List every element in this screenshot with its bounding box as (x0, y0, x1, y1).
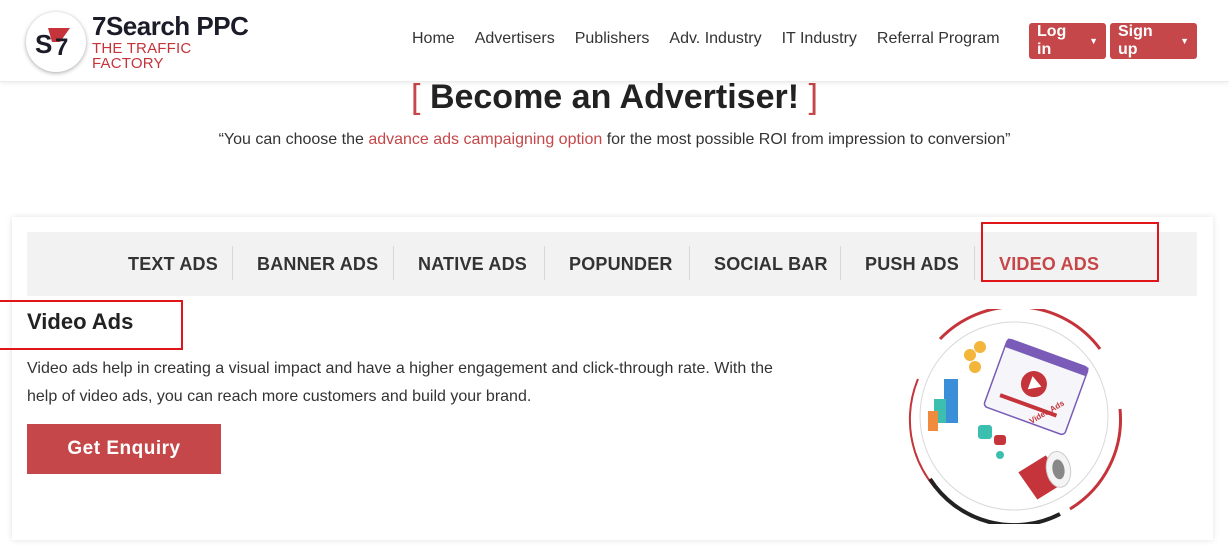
tab-divider (974, 246, 975, 280)
brand-name: 7Search PPC (92, 11, 249, 41)
get-enquiry-button[interactable]: Get Enquiry (27, 424, 221, 474)
signup-label: Sign up (1118, 23, 1153, 58)
tab-highlight-box (981, 222, 1159, 282)
quote-prefix: “You can choose the (218, 131, 369, 148)
login-label: Log in (1037, 23, 1067, 58)
tab-divider (393, 246, 394, 280)
tab-popunder[interactable]: POPUNDER (569, 254, 673, 275)
caret-down-icon: ▼ (1089, 36, 1098, 46)
nav-referral-program[interactable]: Referral Program (877, 30, 1000, 48)
tab-divider (232, 246, 233, 280)
hero-quote: “You can choose the advance ads campaign… (0, 131, 1229, 149)
brand-tagline: THE TRAFFIC FACTORY (92, 40, 192, 72)
quote-suffix: for the most possible ROI from impressio… (602, 131, 1011, 148)
tab-native-ads[interactable]: NATIVE ADS (418, 254, 527, 275)
title-bracket-close: ] (808, 78, 818, 116)
tab-social-bar[interactable]: SOCIAL BAR (714, 254, 828, 275)
nav-it-industry[interactable]: IT Industry (782, 30, 857, 48)
video-ads-illustration: Video Ads (900, 305, 1122, 528)
nav-adv-industry[interactable]: Adv. Industry (669, 30, 761, 48)
panel-description: Video ads help in creating a visual impa… (27, 360, 773, 405)
title-bracket-open: [ (411, 78, 421, 116)
tab-banner-ads[interactable]: BANNER ADS (257, 254, 378, 275)
caret-down-icon: ▼ (1180, 36, 1189, 46)
site-header: S 7 7Search PPC THE TRAFFIC FACTORY Home… (0, 0, 1229, 82)
brand-logo[interactable]: S 7 7Search PPC THE TRAFFIC FACTORY (26, 12, 266, 72)
quote-highlight: advance ads campaigning option (368, 131, 603, 148)
title-text: Become an Advertiser! (429, 78, 800, 116)
tab-divider (689, 246, 690, 280)
title-highlight-box (0, 300, 183, 350)
signup-button[interactable]: Sign up ▼ (1110, 23, 1197, 59)
tab-push-ads[interactable]: PUSH ADS (865, 254, 959, 275)
tab-divider (544, 246, 545, 280)
page-title: [ Become an Advertiser! ] (0, 78, 1229, 117)
nav-advertisers[interactable]: Advertisers (475, 30, 555, 48)
nav-home[interactable]: Home (412, 30, 455, 48)
nav-publishers[interactable]: Publishers (575, 30, 650, 48)
main-nav: Home Advertisers Publishers Adv. Industr… (412, 30, 1000, 48)
logo-mark-icon: S 7 (26, 12, 86, 72)
tab-text-ads[interactable]: TEXT ADS (128, 254, 218, 275)
tab-divider (840, 246, 841, 280)
svg-text:7: 7 (55, 34, 68, 61)
svg-text:S: S (35, 29, 52, 59)
login-button[interactable]: Log in ▼ (1029, 23, 1106, 59)
